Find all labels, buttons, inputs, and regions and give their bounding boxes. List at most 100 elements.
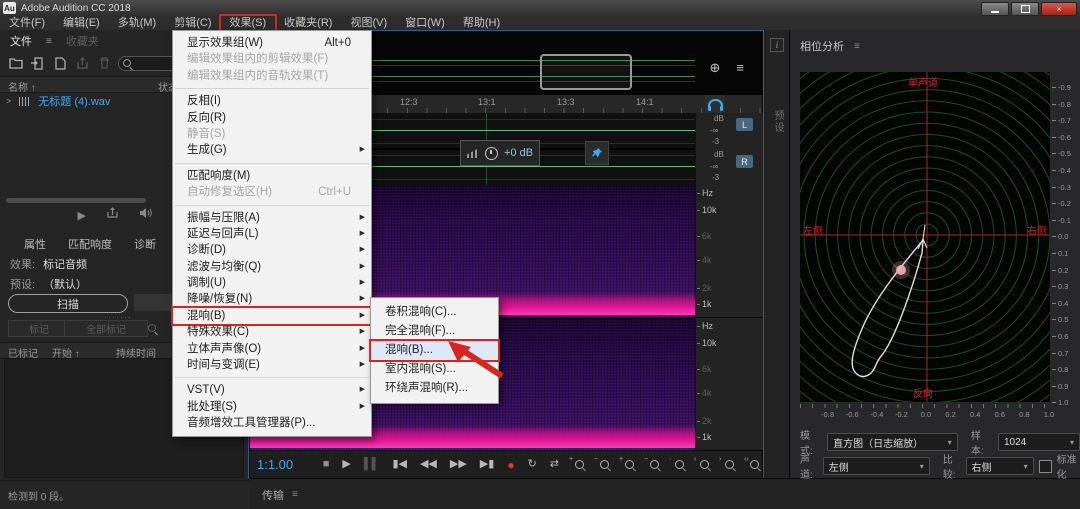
- effects-menu-item-24[interactable]: 批处理(S)▶: [173, 399, 371, 415]
- submenu-arrow-icon: ▶: [360, 324, 365, 340]
- effects-menu-item-23[interactable]: VST(V)▶: [173, 382, 371, 398]
- expand-chevron-icon[interactable]: >: [6, 96, 11, 106]
- effects-menu-item-20[interactable]: 立体声声像(O)▶: [173, 341, 371, 357]
- files-hscrollbar[interactable]: [6, 198, 146, 203]
- samples-select[interactable]: 1024▾: [998, 433, 1080, 451]
- submenu-arrow-icon: ▶: [360, 259, 365, 275]
- reverb-submenu-item-0[interactable]: 卷积混响(C)...: [371, 303, 498, 322]
- tab-match-loudness[interactable]: 匹配响度: [68, 236, 112, 252]
- normalize-checkbox[interactable]: [1039, 460, 1052, 473]
- menubar-item-edit[interactable]: 编辑(E): [54, 16, 109, 30]
- menubar-item-file[interactable]: 文件(F): [0, 16, 54, 30]
- effects-menu-item-17[interactable]: 降噪/恢复(N)▶: [173, 291, 371, 307]
- effects-menu-item-1: 编辑效果组内的剪辑效果(F): [173, 51, 371, 67]
- tab-favorites[interactable]: 收藏夹: [66, 33, 99, 49]
- effects-menu-item-19[interactable]: 特殊效果(C)▶: [173, 324, 371, 340]
- selection-time[interactable]: 1:1.00: [257, 457, 313, 472]
- zoom-in-right-selection-icon[interactable]: ›: [723, 458, 737, 472]
- zoom-in-left-selection-icon[interactable]: ‹: [698, 458, 712, 472]
- effects-menu-item-4[interactable]: 反相(I): [173, 93, 371, 109]
- presets-collapsed-tab[interactable]: 预设: [770, 110, 785, 134]
- transport-panel-title: 传输: [262, 487, 284, 503]
- skip-to-end-button[interactable]: ▶▮: [480, 459, 495, 470]
- effects-menu-item-13[interactable]: 延迟与回声(L)▶: [173, 226, 371, 242]
- effects-menu-item-14[interactable]: 诊断(D)▶: [173, 242, 371, 258]
- search-input[interactable]: [118, 56, 180, 71]
- effects-menu-item-16[interactable]: 调制(U)▶: [173, 275, 371, 291]
- restore-button[interactable]: [1011, 2, 1039, 16]
- effects-menu-item-0[interactable]: 显示效果组(W)Alt+0: [173, 35, 371, 51]
- reverb-submenu-item-3[interactable]: 室内混响(S)...: [371, 360, 498, 379]
- phase-x-tick: 0.8: [1012, 410, 1036, 419]
- scan-button[interactable]: 扫描: [8, 294, 128, 313]
- pan-icon[interactable]: ⊕: [710, 60, 721, 76]
- channel-select[interactable]: 左侧▾: [823, 457, 930, 475]
- effects-menu-item-7[interactable]: 生成(G)▶: [173, 142, 371, 158]
- info-icon[interactable]: i: [770, 38, 784, 52]
- stop-button[interactable]: ■: [323, 459, 330, 470]
- effects-menu-item-25[interactable]: 音频增效工具管理器(P)...: [173, 415, 371, 431]
- effect-select[interactable]: 效果: 标记音频 ▾: [10, 256, 87, 272]
- open-folder-icon[interactable]: [8, 56, 24, 70]
- reverb-submenu-item-2[interactable]: 混响(B)...: [371, 341, 498, 360]
- tab-diagnostics[interactable]: 诊断: [134, 236, 156, 252]
- zoom-to-selection-icon[interactable]: ‹›: [748, 458, 762, 472]
- effects-menu-item-12[interactable]: 振幅与压限(A)▶: [173, 210, 371, 226]
- minimize-button[interactable]: [981, 2, 1009, 16]
- effects-menu-item-5[interactable]: 反向(R): [173, 110, 371, 126]
- pin-button[interactable]: [585, 141, 609, 165]
- effects-menu-item-21[interactable]: 时间与变调(E)▶: [173, 357, 371, 373]
- effects-menu-item-9[interactable]: 匹配响度(M): [173, 168, 371, 184]
- skip-selection-button[interactable]: ⇄: [550, 459, 559, 470]
- preview-play-icon[interactable]: ▶: [78, 209, 86, 222]
- play-button[interactable]: ▶: [342, 459, 350, 470]
- effects-menu-item-18[interactable]: 混响(B)▶: [173, 308, 371, 324]
- monitor-box[interactable]: [705, 95, 725, 113]
- phase-x-tick: 0.2: [939, 410, 963, 419]
- tab-files[interactable]: 文件: [10, 33, 32, 49]
- menubar-item-view[interactable]: 视图(V): [341, 16, 396, 30]
- panel-menu-icon[interactable]: ≡: [46, 36, 52, 47]
- effects-menu-item-15[interactable]: 滤波与均衡(Q)▶: [173, 259, 371, 275]
- menubar-item-window[interactable]: 窗口(W): [396, 16, 454, 30]
- compare-select[interactable]: 右侧▾: [966, 457, 1034, 475]
- rewind-button[interactable]: ◀◀: [420, 459, 437, 470]
- channel-left-button[interactable]: L: [736, 118, 753, 131]
- overview-selection[interactable]: [540, 54, 632, 90]
- close-icon: ×: [1056, 5, 1061, 14]
- gain-hud[interactable]: +0 dB: [460, 140, 540, 166]
- skip-to-start-button[interactable]: ▮◀: [392, 459, 407, 470]
- zoom-out-amplitude-icon[interactable]: −: [598, 458, 612, 472]
- autoplay-icon[interactable]: [106, 206, 119, 224]
- phase-x-tick: 0.4: [963, 410, 987, 419]
- loop-playback-button[interactable]: ↻: [528, 459, 537, 470]
- new-item-icon[interactable]: [52, 56, 68, 70]
- mode-select[interactable]: 直方图（日志缩放）▾: [827, 433, 958, 451]
- channel-right-button[interactable]: R: [736, 155, 753, 168]
- panel-menu-icon[interactable]: ≡: [854, 41, 860, 52]
- close-button[interactable]: ×: [1041, 2, 1077, 16]
- reverb-submenu-item-4[interactable]: 环绕声混响(R)...: [371, 379, 498, 398]
- list-icon[interactable]: ≡: [736, 60, 744, 76]
- menubar-item-favorites[interactable]: 收藏夹(R): [275, 16, 341, 30]
- zoom-in-amplitude-icon[interactable]: +: [573, 458, 587, 472]
- menu-item-label: 混响(B)...: [385, 341, 433, 360]
- speaker-icon[interactable]: [139, 206, 152, 224]
- pause-button[interactable]: ▌▌: [364, 459, 380, 470]
- preset-select[interactable]: 预设: （默认） ▾: [10, 276, 87, 292]
- fast-forward-button[interactable]: ▶▶: [450, 459, 467, 470]
- zoom-in-time-icon[interactable]: +: [623, 458, 637, 472]
- menubar-item-clip[interactable]: 剪辑(C): [165, 16, 220, 30]
- tab-properties[interactable]: 属性: [24, 236, 46, 252]
- panel-menu-icon[interactable]: ≡: [292, 489, 298, 500]
- menubar-item-help[interactable]: 帮助(H): [454, 16, 509, 30]
- phase-graph[interactable]: 单声道 左侧 右侧 反向: [800, 72, 1050, 402]
- zoom-reset-icon[interactable]: ·: [673, 458, 687, 472]
- reverb-submenu-item-1[interactable]: 完全混响(F)...: [371, 322, 498, 341]
- submenu-arrow-icon: ▶: [360, 308, 365, 324]
- zoom-out-time-icon[interactable]: −: [648, 458, 662, 472]
- menubar-item-multitrack[interactable]: 多轨(M): [109, 16, 166, 30]
- menubar-item-effects[interactable]: 效果(S): [221, 16, 276, 30]
- record-button[interactable]: ●: [507, 459, 514, 471]
- import-file-icon[interactable]: [30, 56, 46, 70]
